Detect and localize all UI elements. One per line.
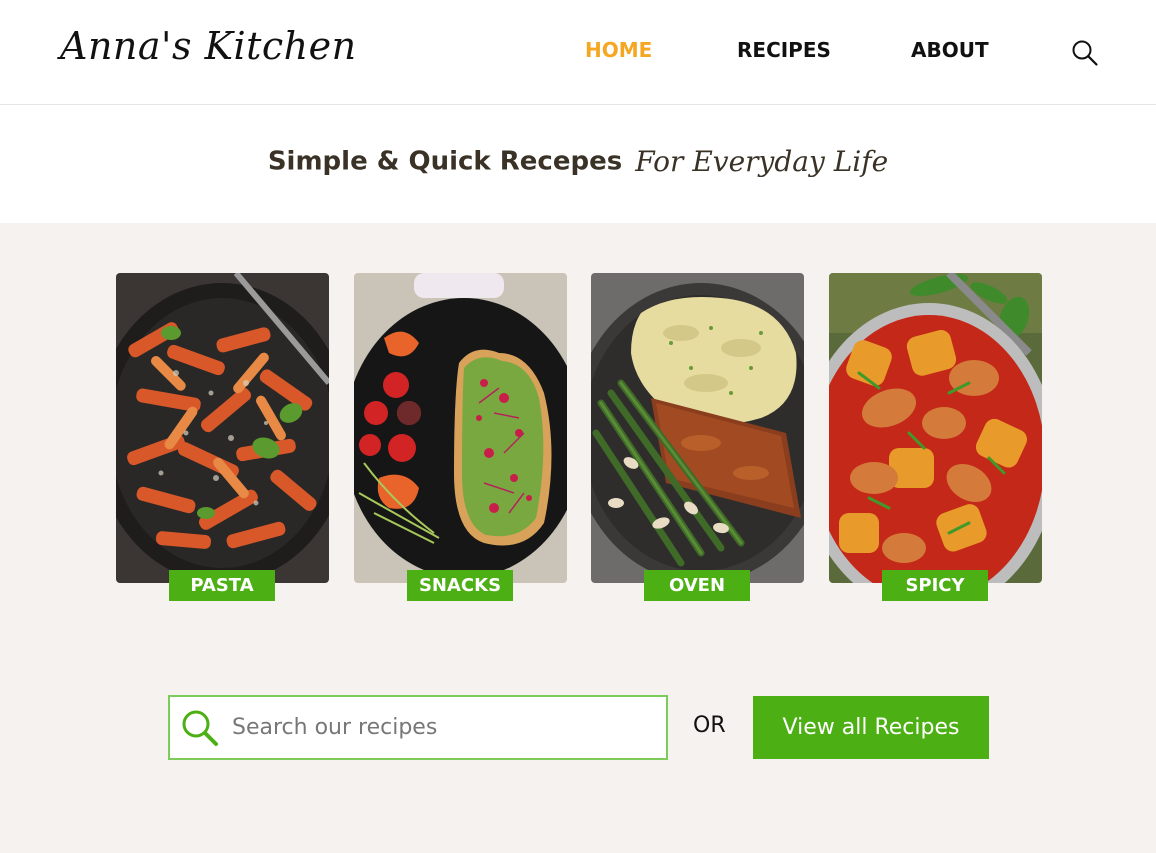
category-label-oven[interactable]: OVEN xyxy=(644,570,750,601)
category-label-snacks[interactable]: SNACKS xyxy=(407,570,513,601)
category-card-pasta[interactable] xyxy=(116,273,329,583)
tagline-script: For Everyday Life xyxy=(635,145,889,178)
main-content: PASTA SNACKS OVEN SPICY OR View all Reci… xyxy=(0,223,1156,853)
or-separator: OR xyxy=(693,713,726,738)
tagline-main: Simple & Quick Recepes xyxy=(267,146,623,177)
site-logo[interactable]: Anna's Kitchen xyxy=(60,24,357,68)
category-label-pasta[interactable]: PASTA xyxy=(169,570,275,601)
nav-about[interactable]: ABOUT xyxy=(911,38,989,62)
spicy-photo xyxy=(829,273,1042,583)
nav-recipes[interactable]: RECIPES xyxy=(737,38,831,62)
tagline-band: Simple & Quick Recepes For Everyday Life xyxy=(0,105,1156,223)
pasta-photo xyxy=(116,273,329,583)
view-all-recipes-button[interactable]: View all Recipes xyxy=(753,696,989,759)
search-icon[interactable] xyxy=(1071,39,1099,67)
site-header: Anna's Kitchen HOME RECIPES ABOUT xyxy=(0,0,1156,105)
nav-home[interactable]: HOME xyxy=(585,38,652,62)
category-card-oven[interactable] xyxy=(591,273,804,583)
search-icon xyxy=(182,710,218,746)
tagline: Simple & Quick Recepes For Everyday Life xyxy=(0,145,1156,178)
oven-photo xyxy=(591,273,804,583)
category-card-spicy[interactable] xyxy=(829,273,1042,583)
recipe-search-box[interactable] xyxy=(168,695,668,760)
search-input[interactable] xyxy=(232,707,652,748)
snacks-photo xyxy=(354,273,567,583)
category-label-spicy[interactable]: SPICY xyxy=(882,570,988,601)
category-card-snacks[interactable] xyxy=(354,273,567,583)
